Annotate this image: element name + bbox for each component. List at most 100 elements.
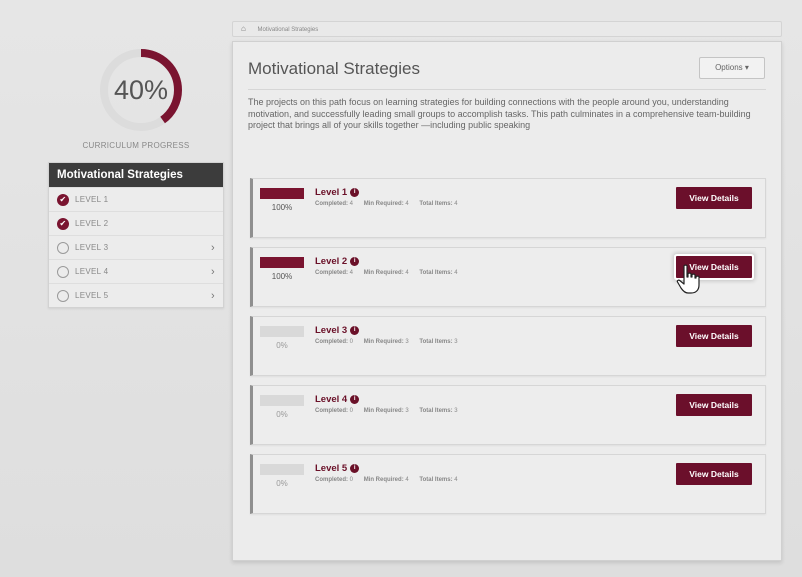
check-circle-icon: ✔ xyxy=(57,217,69,230)
total-items-label: Total Items: xyxy=(419,270,453,276)
level-title-text: Level 3 xyxy=(315,325,348,336)
curriculum-percent: 40% xyxy=(113,74,169,105)
level-progress-percent: 100% xyxy=(271,272,293,281)
level-progress-percent: 0% xyxy=(276,479,288,488)
level-title-text: Level 4 xyxy=(315,394,348,405)
level-meta: Completed: 4 Min Required: 4 Total Items… xyxy=(315,270,458,276)
completed-label: Completed: xyxy=(315,477,348,483)
sidebar-item-level-3[interactable]: LEVEL 3 › xyxy=(49,235,223,259)
min-required-value: 3 xyxy=(405,408,409,414)
curriculum-progress-ring: 40% xyxy=(96,45,186,135)
sidebar-item-level-4[interactable]: LEVEL 4 › xyxy=(49,259,223,283)
sidebar: Motivational Strategies ✔ LEVEL 1 ✔ LEVE… xyxy=(48,162,224,308)
info-icon[interactable]: i xyxy=(350,188,360,197)
title-divider xyxy=(248,89,766,90)
empty-circle-icon xyxy=(57,289,69,302)
breadcrumb-current: Motivational Strategies xyxy=(257,27,319,33)
level-progress-bar xyxy=(260,395,304,406)
level-progress-fill xyxy=(260,188,304,199)
empty-circle-icon xyxy=(57,265,69,278)
curriculum-progress-label: CURRICULUM PROGRESS xyxy=(82,141,190,150)
total-items-label: Total Items: xyxy=(419,408,453,414)
level-meta: Completed: 0 Min Required: 3 Total Items… xyxy=(315,408,458,414)
level-card-3: 0% Level 3 i Completed: 0 Min Required: … xyxy=(250,316,766,376)
screen: 40% CURRICULUM PROGRESS Motivational Str… xyxy=(0,0,802,577)
level-progress-percent: 100% xyxy=(271,203,293,212)
level-title: Level 1 i xyxy=(315,187,360,198)
level-card-5: 0% Level 5 i Completed: 0 Min Required: … xyxy=(250,454,766,514)
level-card-1: 100% Level 1 i Completed: 4 Min Required… xyxy=(250,178,766,238)
sidebar-heading: Motivational Strategies xyxy=(49,163,223,187)
view-details-button-level-5[interactable]: View Details xyxy=(676,463,752,485)
sidebar-item-label: LEVEL 1 xyxy=(75,195,109,204)
completed-value: 4 xyxy=(349,201,354,207)
level-title-text: Level 1 xyxy=(315,187,348,198)
min-required-value: 4 xyxy=(405,477,409,483)
sidebar-item-level-2[interactable]: ✔ LEVEL 2 xyxy=(49,211,223,235)
total-items-value: 3 xyxy=(454,408,458,414)
info-icon[interactable]: i xyxy=(350,257,360,266)
level-meta: Completed: 4 Min Required: 4 Total Items… xyxy=(315,201,458,207)
level-progress-percent: 0% xyxy=(276,341,288,350)
caret-down-icon: ▾ xyxy=(744,63,749,72)
completed-label: Completed: xyxy=(315,339,348,345)
options-button[interactable]: Options ▾ xyxy=(699,57,765,79)
sidebar-item-level-5[interactable]: LEVEL 5 › xyxy=(49,283,223,307)
level-progress-bar xyxy=(260,257,304,268)
sidebar-item-label: LEVEL 3 xyxy=(75,243,109,252)
empty-circle-icon xyxy=(57,241,69,254)
completed-label: Completed: xyxy=(315,270,348,276)
level-card-4: 0% Level 4 i Completed: 0 Min Required: … xyxy=(250,385,766,445)
home-icon[interactable]: ⌂ xyxy=(241,24,246,33)
main-panel: Motivational Strategies Options ▾ The pr… xyxy=(232,41,782,561)
min-required-value: 4 xyxy=(405,270,409,276)
level-title: Level 2 i xyxy=(315,256,360,267)
breadcrumb: ⌂ Motivational Strategies xyxy=(232,21,782,37)
info-icon[interactable]: i xyxy=(350,395,360,404)
total-items-value: 4 xyxy=(454,477,458,483)
page-title: Motivational Strategies xyxy=(248,59,420,78)
total-items-label: Total Items: xyxy=(419,201,453,207)
total-items-label: Total Items: xyxy=(419,477,453,483)
info-icon[interactable]: i xyxy=(350,326,360,335)
level-meta: Completed: 0 Min Required: 4 Total Items… xyxy=(315,477,458,483)
completed-label: Completed: xyxy=(315,408,348,414)
chevron-right-icon: › xyxy=(211,290,215,302)
sidebar-item-label: LEVEL 5 xyxy=(75,291,109,300)
total-items-label: Total Items: xyxy=(419,339,453,345)
path-description: The projects on this path focus on learn… xyxy=(248,97,751,130)
view-details-button-level-3[interactable]: View Details xyxy=(676,325,752,347)
min-required-label: Min Required: xyxy=(363,339,404,345)
info-icon[interactable]: i xyxy=(350,464,360,473)
level-progress-bar xyxy=(260,326,304,337)
level-progress-fill xyxy=(260,257,304,268)
hand-cursor-icon xyxy=(676,264,700,294)
completed-value: 4 xyxy=(349,270,354,276)
min-required-label: Min Required: xyxy=(363,477,404,483)
level-meta: Completed: 0 Min Required: 3 Total Items… xyxy=(315,339,458,345)
level-title: Level 4 i xyxy=(315,394,360,405)
options-label: Options xyxy=(715,63,743,72)
sidebar-item-level-1[interactable]: ✔ LEVEL 1 xyxy=(49,187,223,211)
completed-label: Completed: xyxy=(315,201,348,207)
level-progress-bar xyxy=(260,188,304,199)
completed-value: 0 xyxy=(349,477,354,483)
completed-value: 0 xyxy=(349,339,354,345)
level-title-text: Level 2 xyxy=(315,256,348,267)
level-title: Level 5 i xyxy=(315,463,360,474)
total-items-value: 3 xyxy=(454,339,458,345)
min-required-label: Min Required: xyxy=(363,408,404,414)
total-items-value: 4 xyxy=(454,201,458,207)
check-circle-icon: ✔ xyxy=(57,193,69,206)
view-details-button-level-4[interactable]: View Details xyxy=(676,394,752,416)
min-required-value: 4 xyxy=(405,201,409,207)
view-details-button-level-1[interactable]: View Details xyxy=(676,187,752,209)
min-required-label: Min Required: xyxy=(363,270,404,276)
level-title-text: Level 5 xyxy=(315,463,348,474)
completed-value: 0 xyxy=(349,408,354,414)
total-items-value: 4 xyxy=(454,270,458,276)
sidebar-item-label: LEVEL 2 xyxy=(75,219,109,228)
sidebar-item-label: LEVEL 4 xyxy=(75,267,109,276)
min-required-label: Min Required: xyxy=(363,201,404,207)
chevron-right-icon: › xyxy=(211,266,215,278)
